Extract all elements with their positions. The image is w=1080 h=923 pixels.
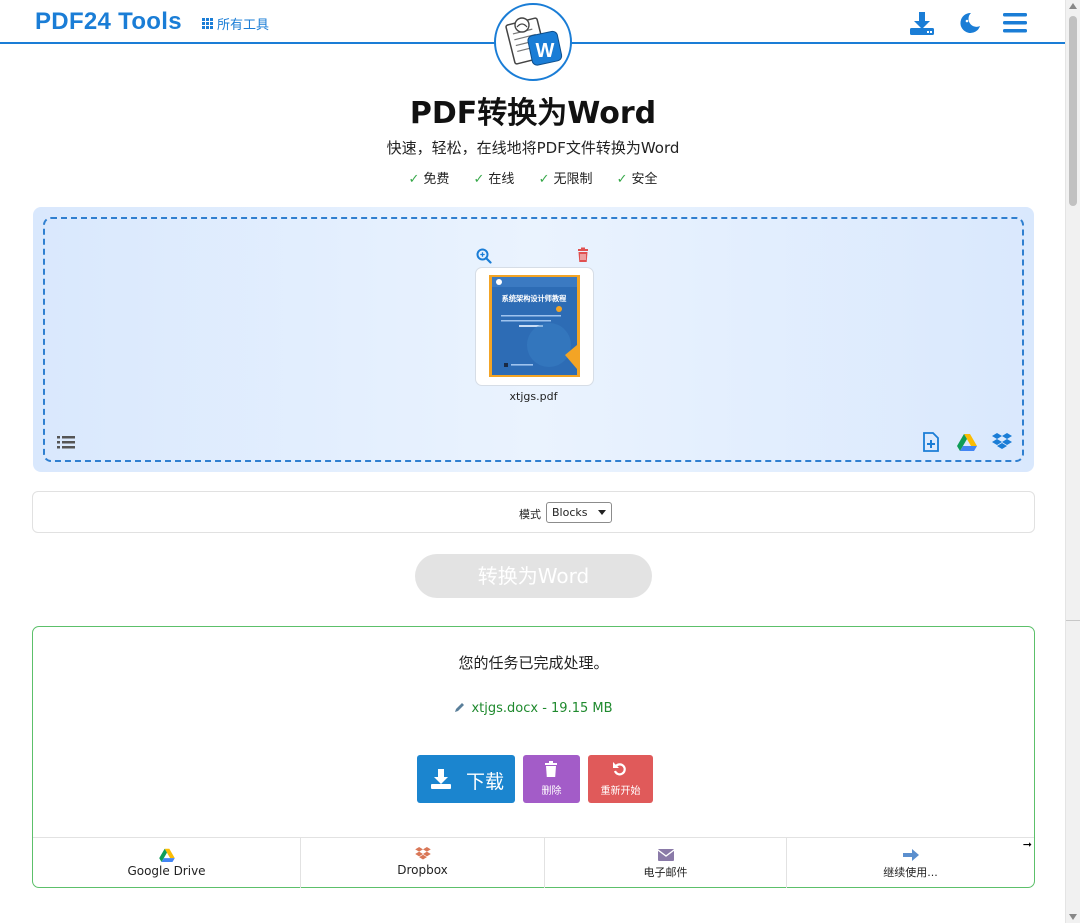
share-dropbox-label: Dropbox (397, 863, 448, 877)
menu-icon[interactable] (1002, 10, 1028, 36)
scroll-thumb[interactable] (1069, 16, 1077, 206)
scroll-down-arrow-icon[interactable] (1069, 914, 1077, 920)
delete-button[interactable]: 删除 (523, 755, 580, 803)
check-icon: ✓ (616, 172, 628, 187)
feature-item: ✓ 免费 (408, 172, 450, 187)
convert-to-word-button[interactable]: 转换为Word (415, 554, 652, 598)
book-cover-thumbnail: 系统架构设计师教程 (489, 275, 580, 377)
page-title: PDF转换为Word (409, 96, 657, 131)
share-row: Google Drive Dropbox 电子邮件 继续使用... ➞ (33, 837, 1034, 888)
download-button[interactable]: 下载 (417, 755, 515, 803)
cover-title: 系统架构设计师教程 (502, 294, 568, 303)
restart-icon (613, 762, 626, 776)
restart-label: 重新开始 (600, 786, 641, 797)
word-badge-letter: W (536, 40, 555, 62)
vertical-scrollbar[interactable] (1065, 0, 1080, 923)
feature-item: ✓ 安全 (616, 172, 658, 187)
share-dropbox[interactable]: Dropbox (301, 838, 545, 888)
result-file-link[interactable]: xtjgs.docx - 19.15 MB (33, 701, 1034, 716)
all-tools-label: 所有工具 (217, 18, 270, 33)
check-icon: ✓ (473, 172, 485, 187)
delete-label: 删除 (541, 786, 562, 797)
feature-item: ✓ 无限制 (538, 172, 593, 187)
all-tools-link[interactable]: 所有工具 (202, 14, 269, 33)
uploaded-file-name: xtjgs.pdf (509, 390, 558, 403)
dark-mode-icon[interactable] (957, 10, 983, 36)
share-continue[interactable]: 继续使用... ➞ (787, 838, 1034, 888)
add-file-icon[interactable] (922, 432, 940, 452)
result-file-name: xtjgs.docx - 19.15 MB (471, 701, 613, 716)
dropbox-icon[interactable] (992, 433, 1012, 451)
mode-select-value: Blocks (552, 506, 588, 519)
pdf-to-word-illustration: W (494, 3, 572, 81)
google-drive-icon[interactable] (957, 433, 977, 451)
feature-list: ✓ 免费 ✓ 在线 ✓ 无限制 ✓ 安全 (0, 168, 1066, 187)
page-subtitle: 快速，轻松，在线地将PDF文件转换为Word (386, 139, 680, 157)
pencil-icon[interactable] (454, 701, 466, 713)
zoom-in-icon[interactable] (476, 248, 492, 264)
result-message: 您的任务已完成处理。 (458, 654, 609, 672)
mail-icon (657, 849, 674, 861)
google-drive-icon (158, 848, 175, 862)
pdf24-logo[interactable]: PDF24 Tools (35, 8, 182, 36)
page: PDF24 Tools 所有工具 W PDF转换为Word 快速，轻松，在线地将… (0, 0, 1066, 923)
grid-icon (202, 18, 213, 29)
small-arrow-icon: ➞ (1022, 838, 1032, 851)
trash-icon (545, 761, 557, 777)
download-icon (431, 769, 451, 789)
trash-icon[interactable] (575, 247, 591, 263)
chevron-down-icon (598, 510, 606, 515)
scroll-marker (1066, 620, 1080, 621)
check-icon: ✓ (538, 172, 550, 187)
mode-select[interactable]: Blocks (546, 502, 612, 523)
options-panel: 模式 Blocks (32, 491, 1035, 533)
mode-label: 模式 (519, 508, 541, 521)
dropbox-icon (414, 847, 431, 860)
share-email-label: 电子邮件 (643, 866, 688, 879)
check-icon: ✓ (408, 172, 420, 187)
share-google-drive-label: Google Drive (127, 864, 206, 878)
arrow-right-icon (902, 849, 919, 861)
share-continue-label: 继续使用... (883, 866, 938, 879)
scroll-up-arrow-icon[interactable] (1069, 3, 1077, 9)
file-thumbnail-card[interactable]: 系统架构设计师教程 (475, 267, 594, 386)
download-label: 下载 (466, 771, 505, 793)
result-panel: 您的任务已完成处理。 xtjgs.docx - 19.15 MB 下载 删除 重… (32, 626, 1035, 888)
download-app-icon[interactable] (909, 10, 935, 36)
share-google-drive[interactable]: Google Drive (33, 838, 301, 888)
share-email[interactable]: 电子邮件 (545, 838, 787, 888)
restart-button[interactable]: 重新开始 (588, 755, 653, 803)
list-view-icon[interactable] (57, 434, 75, 450)
feature-item: ✓ 在线 (473, 172, 515, 187)
